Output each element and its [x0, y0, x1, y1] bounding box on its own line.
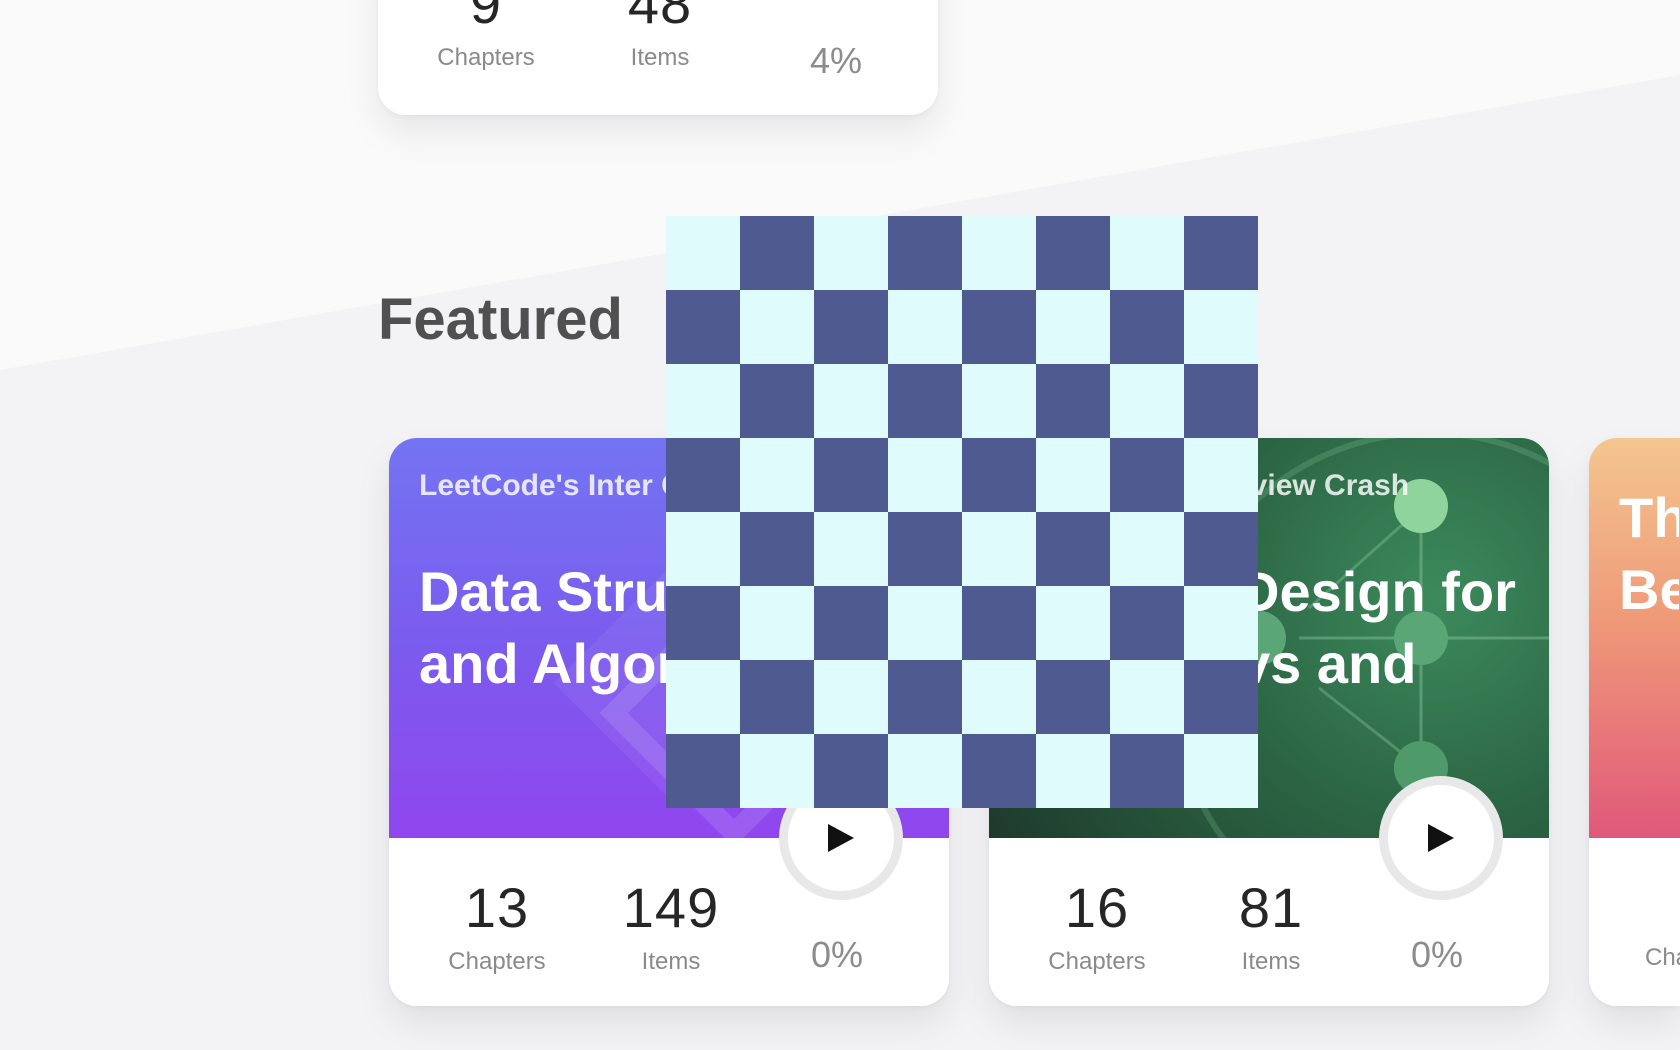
- items-count: 149: [622, 876, 720, 939]
- section-heading-featured: Featured: [378, 287, 623, 352]
- chapters-label: Chapters: [1048, 948, 1146, 975]
- chapters-count: 9: [469, 0, 503, 35]
- course-card-partial[interactable]: Th Be Cha: [1589, 438, 1680, 1006]
- items-label: Items: [630, 44, 690, 71]
- course-subtitle: rview Crash: [1239, 469, 1410, 502]
- chapters-stat: 9 Chapters: [406, 0, 566, 72]
- course-title: Design for vs and: [1239, 560, 1516, 695]
- items-label: Items: [641, 948, 701, 975]
- progress-percent: 4%: [809, 40, 863, 81]
- items-stat: 149 Items: [591, 880, 751, 976]
- items-stat: 81 Items: [1191, 880, 1351, 976]
- items-label: Items: [1241, 948, 1301, 975]
- image-placeholder: [666, 216, 1258, 808]
- chapters-stat: 13 Chapters: [417, 880, 577, 976]
- items-count: 81: [1238, 876, 1304, 939]
- chapters-label: Chapters: [437, 44, 535, 71]
- progress-percent: 0%: [1410, 934, 1464, 975]
- chapters-stat: 16 Chapters: [1017, 880, 1177, 976]
- chapters-label: Chapters: [448, 948, 546, 975]
- course-cover: Th Be: [1589, 438, 1680, 838]
- play-icon: [1428, 824, 1454, 852]
- course-card-top[interactable]: 9 Chapters 48 Items 4%: [378, 0, 938, 115]
- course-title: Th Be: [1619, 486, 1679, 621]
- chapters-label: Cha: [1645, 944, 1680, 971]
- chapters-count: 13: [464, 876, 530, 939]
- chapters-count: 16: [1064, 876, 1130, 939]
- play-button[interactable]: [1379, 776, 1503, 900]
- course-stats: Cha: [1589, 838, 1680, 1006]
- play-icon: [828, 824, 854, 852]
- items-count: 48: [627, 0, 693, 35]
- items-stat: 48 Items: [580, 0, 740, 72]
- progress-percent: 0%: [810, 934, 864, 975]
